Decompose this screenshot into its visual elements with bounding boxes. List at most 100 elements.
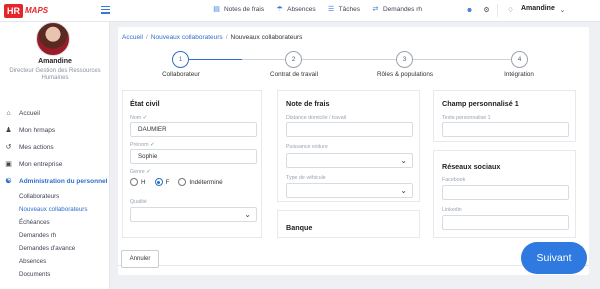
texte-personnalise-label: Texte personnalisé 1 bbox=[442, 115, 491, 121]
settings-icon[interactable]: ⚙ bbox=[482, 6, 491, 15]
person-icon: ♟ bbox=[5, 127, 12, 134]
topnav-label: Demandes rh bbox=[382, 6, 423, 13]
qualite-select[interactable] bbox=[130, 207, 257, 222]
step-3-label: Rôles & populations bbox=[376, 71, 434, 78]
nom-field[interactable]: DAUMIER bbox=[130, 122, 257, 137]
breadcrumb-current: Nouveaux collaborateurs bbox=[230, 34, 303, 41]
chevron-down-icon[interactable]: ⌄ bbox=[558, 6, 567, 15]
submenu-item-demandes-avance[interactable]: Demandes d'avance bbox=[0, 242, 110, 255]
breadcrumb-separator: / bbox=[225, 34, 228, 41]
hrmaps-logo[interactable]: HR MAPS bbox=[4, 3, 48, 18]
step-1-label: Collaborateur bbox=[162, 71, 200, 78]
swap-arrows-icon: ⇄ bbox=[372, 6, 379, 13]
nom-label: Nom ✓ bbox=[130, 115, 148, 121]
note-de-frais-section: Note de frais Distance domicile / travai… bbox=[277, 90, 420, 202]
profile-icon[interactable]: ☻ bbox=[465, 6, 474, 15]
banque-section: Banque bbox=[277, 210, 420, 238]
breadcrumb-separator: / bbox=[145, 34, 148, 41]
bell-icon[interactable]: ♢ bbox=[506, 6, 515, 15]
topnav-demandes-rh[interactable]: ⇄ Demandes rh bbox=[371, 5, 422, 14]
sidebar-item-mes-actions[interactable]: ↺ Mes actions bbox=[0, 139, 110, 156]
topnav-label: Absences bbox=[287, 6, 316, 13]
step-4-label: Intégration bbox=[504, 71, 534, 78]
texte-personnalise-field[interactable] bbox=[442, 122, 569, 137]
sidebar-item-accueil[interactable]: ⌂ Accueil bbox=[0, 105, 110, 122]
type-vehicule-select[interactable] bbox=[286, 183, 413, 198]
top-navigation: ▤ Notes de frais ☂ Absences ☰ Tâches ⇄ D… bbox=[212, 5, 422, 14]
topnav-label: Tâches bbox=[338, 6, 360, 13]
step-2-circle[interactable]: 2 bbox=[285, 51, 302, 68]
step-3-circle[interactable]: 3 bbox=[396, 51, 413, 68]
top-bar: HR MAPS ▤ Notes de frais ☂ Absences ☰ Tâ… bbox=[0, 0, 600, 22]
logo-hr: HR bbox=[4, 3, 23, 18]
genre-radio-indetermine[interactable]: Indéterminé bbox=[178, 178, 223, 186]
breadcrumb: Accueil / Nouveaux collaborateurs / Nouv… bbox=[122, 34, 302, 41]
champ-personnalise-section: Champ personnalisé 1 Texte personnalisé … bbox=[433, 90, 576, 142]
cancel-button[interactable]: Annuler bbox=[121, 250, 159, 268]
briefcase-icon: ▣ bbox=[5, 161, 12, 168]
genre-label: Genre ✓ bbox=[130, 169, 151, 175]
topnav-label: Notes de frais bbox=[224, 6, 265, 13]
step-2-label: Contrat de travail bbox=[270, 71, 318, 78]
check-icon: ✓ bbox=[150, 142, 155, 148]
next-button[interactable]: Suivant bbox=[521, 242, 587, 274]
team-icon: ☯ bbox=[5, 178, 12, 185]
profile-name: Amandine bbox=[38, 58, 72, 65]
receipt-icon: ▤ bbox=[213, 6, 220, 13]
submenu-item-documents[interactable]: Documents bbox=[0, 268, 110, 281]
topnav-taches[interactable]: ☰ Tâches bbox=[327, 5, 360, 14]
sidebar-item-label: Mes actions bbox=[19, 144, 54, 151]
tasks-icon: ☰ bbox=[328, 6, 335, 13]
step-1-circle[interactable]: 1 bbox=[172, 51, 189, 68]
breadcrumb-home[interactable]: Accueil bbox=[122, 34, 143, 41]
divider bbox=[497, 4, 498, 17]
distance-field[interactable] bbox=[286, 122, 413, 137]
sidebar-item-mon-hrmaps[interactable]: ♟ Mon hrmaps bbox=[0, 122, 110, 139]
step-connector bbox=[189, 59, 242, 60]
step-connector bbox=[302, 59, 396, 60]
user-name[interactable]: Amandine bbox=[521, 5, 555, 12]
sidebar-item-label: Accueil bbox=[19, 110, 40, 117]
genre-radio-f[interactable]: F bbox=[154, 178, 169, 186]
check-icon: ✓ bbox=[142, 115, 148, 121]
facebook-field[interactable] bbox=[442, 185, 569, 200]
puissance-select[interactable] bbox=[286, 153, 413, 168]
avatar[interactable] bbox=[36, 22, 70, 56]
sidebar-item-administration[interactable]: ☯ Administration du personnel bbox=[0, 173, 110, 190]
profile-role: Directeur Gestion des Ressources Humaine… bbox=[9, 68, 101, 81]
submenu-item-absences[interactable]: Absences bbox=[0, 255, 110, 268]
radio-button bbox=[130, 178, 138, 186]
topnav-absences[interactable]: ☂ Absences bbox=[275, 5, 316, 14]
note-de-frais-title: Note de frais bbox=[286, 99, 330, 108]
hamburger-menu-icon[interactable] bbox=[101, 6, 110, 14]
breadcrumb-level1[interactable]: Nouveaux collaborateurs bbox=[151, 34, 223, 41]
step-4-circle[interactable]: 4 bbox=[511, 51, 528, 68]
radio-button bbox=[154, 178, 163, 186]
champ-personnalise-title: Champ personnalisé 1 bbox=[442, 99, 519, 108]
sidebar-menu: ⌂ Accueil ♟ Mon hrmaps ↺ Mes actions ▣ M… bbox=[0, 105, 110, 281]
submenu-item-nouveaux-collaborateurs[interactable]: Nouveaux collaborateurs bbox=[0, 203, 110, 216]
etat-civil-title: État civil bbox=[130, 99, 160, 108]
banque-title: Banque bbox=[286, 223, 313, 232]
logo-maps: MAPS bbox=[25, 6, 49, 15]
sidebar-item-mon-entreprise[interactable]: ▣ Mon entreprise bbox=[0, 156, 110, 173]
linkedin-field[interactable] bbox=[442, 215, 569, 230]
linkedin-label: Linkedin bbox=[442, 207, 462, 213]
prenom-field[interactable]: Sophie bbox=[130, 149, 257, 164]
topnav-notes-de-frais[interactable]: ▤ Notes de frais bbox=[212, 5, 264, 14]
submenu-item-demandes-rh[interactable]: Demandes rh bbox=[0, 229, 110, 242]
submenu-item-echeances[interactable]: Échéances bbox=[0, 216, 110, 229]
actions-icon: ↺ bbox=[5, 144, 12, 151]
reseaux-sociaux-section: Réseaux sociaux Facebook Linkedin bbox=[433, 150, 576, 238]
reseaux-sociaux-title: Réseaux sociaux bbox=[442, 162, 501, 171]
sidebar: Amandine Directeur Gestion des Ressource… bbox=[0, 22, 110, 289]
puissance-label: Puissance voiture bbox=[286, 144, 328, 150]
footer-divider bbox=[118, 265, 589, 266]
radio-button bbox=[178, 178, 187, 186]
submenu-item-collaborateurs[interactable]: Collaborateurs bbox=[0, 190, 110, 203]
facebook-label: Facebook bbox=[442, 177, 466, 183]
genre-radio-h[interactable]: H bbox=[130, 178, 146, 186]
wizard-stepper: 1 2 3 4 Collaborateur Contrat de travail… bbox=[118, 51, 589, 83]
type-vehicule-label: Type de véhicule bbox=[286, 175, 326, 181]
step-connector bbox=[242, 59, 285, 60]
